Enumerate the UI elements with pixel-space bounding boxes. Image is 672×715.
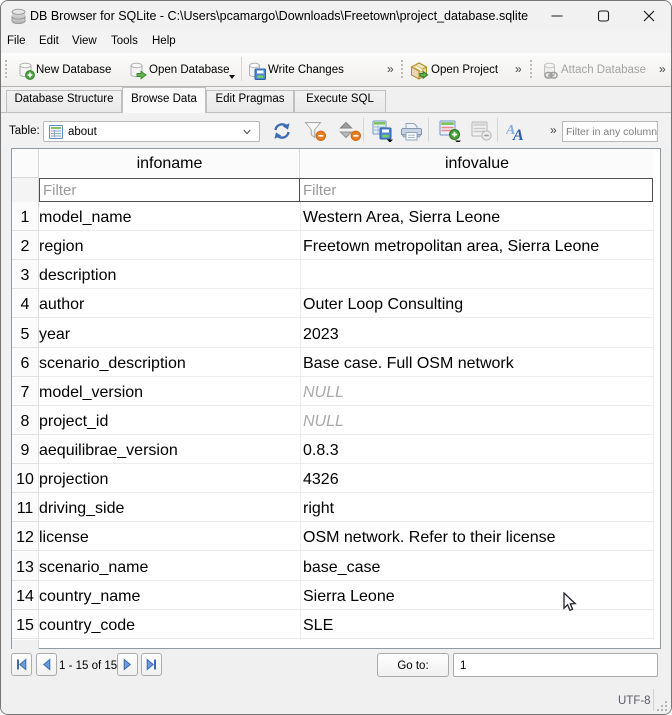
svg-text:A: A [512, 127, 524, 141]
